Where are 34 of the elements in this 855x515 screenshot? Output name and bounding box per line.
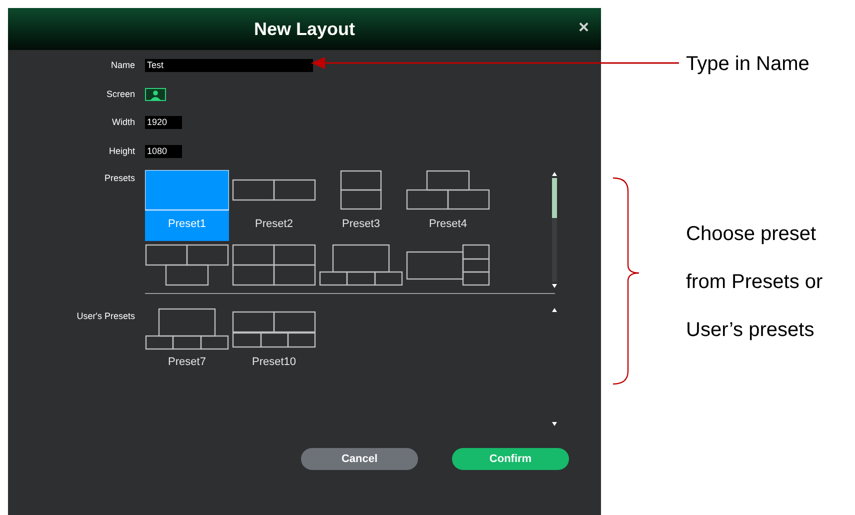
- preset-tile[interactable]: Preset4: [406, 170, 490, 240]
- cancel-button[interactable]: Cancel: [301, 448, 418, 470]
- presets-label: Presets: [103, 172, 136, 185]
- preset-tile[interactable]: Preset10: [232, 308, 316, 374]
- scroll-down-icon[interactable]: [552, 422, 556, 426]
- scroll-down-icon[interactable]: [552, 282, 556, 290]
- layout-grid-icon: [319, 244, 403, 286]
- layout-grid-icon: [145, 308, 229, 350]
- input-field[interactable]: 1920: [145, 116, 182, 130]
- preset-tile[interactable]: Preset3: [319, 170, 403, 240]
- annotation-text: User’s presets: [686, 318, 816, 343]
- scroll-up-icon[interactable]: [552, 170, 556, 178]
- scrollbar[interactable]: [552, 178, 556, 282]
- field-label: Width: [110, 116, 136, 129]
- dialog-title: New Layout: [254, 18, 355, 41]
- layout-grid-icon: [232, 244, 316, 286]
- layout-grid-icon: [406, 244, 490, 286]
- scroll-up-icon[interactable]: [552, 308, 556, 312]
- preset-tile[interactable]: Preset2: [232, 170, 316, 240]
- annotation-text: from Presets or: [686, 270, 823, 295]
- layout-grid-icon: [406, 170, 490, 212]
- annotation-text: Choose preset: [686, 222, 818, 247]
- input-field[interactable]: Test: [145, 59, 313, 72]
- layout-grid-icon: [145, 244, 229, 286]
- screen-person-icon[interactable]: [145, 88, 166, 101]
- layout-grid-icon: [145, 170, 229, 212]
- annotation-text: Type in Name: [686, 52, 810, 77]
- close-button[interactable]: ×: [578, 18, 589, 36]
- user-presets-label: User's Presets: [76, 310, 136, 323]
- field-label: Height: [108, 144, 136, 158]
- field-label: Name: [110, 59, 136, 72]
- preset-tile[interactable]: Preset7: [145, 308, 229, 374]
- input-field[interactable]: 1080: [145, 144, 182, 158]
- field-label: Screen: [105, 88, 136, 100]
